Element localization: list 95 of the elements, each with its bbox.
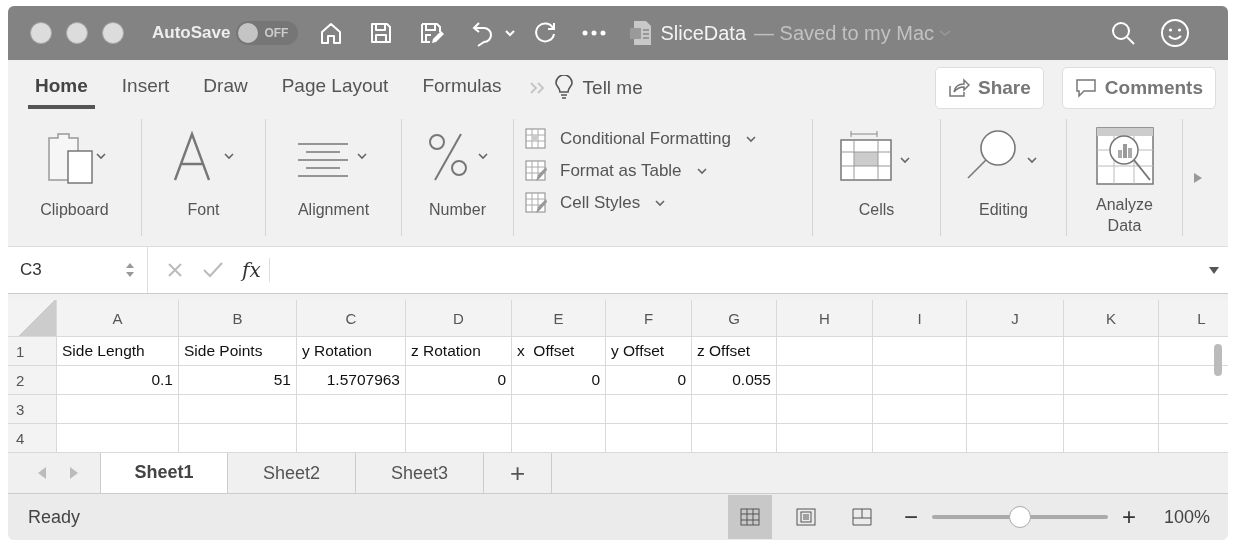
column-header[interactable]: I [873,300,967,336]
scroll-right-icon[interactable] [1193,171,1203,184]
share-button[interactable]: Share [935,66,1044,109]
column-header[interactable]: H [777,300,873,336]
sheet-tab[interactable]: Sheet2 [228,453,356,493]
row-header[interactable]: 2 [8,366,57,394]
alignment-group-button[interactable]: Alignment [266,119,402,236]
close-light-icon[interactable] [30,22,52,44]
save-as-icon[interactable] [418,20,447,46]
number-group-button[interactable]: Number [402,119,514,236]
normal-view-button[interactable] [727,495,772,539]
expand-caret-icon[interactable] [1208,265,1220,275]
smiley-icon[interactable] [1160,18,1190,48]
cell-value: 0.055 [732,371,771,389]
previous-sheet-icon[interactable] [36,466,48,480]
cell-value: x Offset [517,342,575,360]
row-header[interactable]: 3 [8,395,57,423]
row-header[interactable]: 1 [8,337,57,365]
column-header[interactable]: J [967,300,1064,336]
cell-value: y Offset [611,342,665,360]
column-header[interactable]: D [406,300,512,336]
zoom-slider[interactable] [931,506,1108,528]
grid-icon [739,508,760,526]
comments-button[interactable]: Comments [1061,66,1216,109]
caret-icon [745,135,758,143]
grid-brush-icon [524,191,548,215]
status-text: Ready [28,506,81,529]
share-icon [948,77,970,98]
sheet-tab[interactable]: Sheet1 [100,452,228,493]
more-icon[interactable] [582,30,607,36]
vertical-scrollbar-thumb[interactable] [1214,344,1222,376]
column-header[interactable]: C [297,300,406,336]
zoom-out-button[interactable]: − [903,503,918,531]
cell-value: 1.5707963 [326,371,400,389]
ribbon-tab[interactable]: Draw [196,66,255,109]
zoom-in-button[interactable]: + [1121,503,1136,531]
column-header[interactable]: G [692,300,777,336]
styles-menu-button[interactable]: Format as Table [524,157,812,185]
stepper-icon[interactable] [125,261,135,279]
zoom-slider-thumb[interactable] [1008,506,1031,528]
ribbon-tab[interactable]: Page Layout [274,66,396,109]
cancel-icon[interactable] [166,261,184,279]
zoom-percentage: 100% [1163,506,1210,528]
clipboard-group-button[interactable]: Clipboard [8,119,142,236]
name-box[interactable]: C3 [8,247,148,293]
lightbulb-icon [554,74,573,101]
insert-function-button[interactable]: fx [242,258,270,282]
column-header[interactable]: K [1064,300,1159,336]
speech-bubble-icon [1074,77,1097,98]
tell-me-search[interactable]: Tell me [582,76,643,99]
minimize-light-icon[interactable] [66,22,88,44]
search-icon[interactable] [1110,20,1136,46]
cell-value: 51 [273,371,291,389]
document-title: SliceData [660,21,747,45]
add-sheet-button[interactable]: + [484,453,552,493]
overflow-chevron-icon[interactable] [528,80,547,95]
styles-menu-button[interactable]: Conditional Formatting [524,125,812,153]
analyze-icon [1093,125,1156,186]
caret-icon[interactable] [504,29,517,37]
column-header[interactable]: L [1159,300,1228,336]
next-sheet-icon[interactable] [68,466,80,480]
cell-value: z Offset [697,342,751,360]
page-break-icon [851,508,872,526]
cell-value: 0 [591,371,600,389]
checkmark-icon[interactable] [202,261,224,279]
column-header[interactable]: B [179,300,297,336]
editing-group-button[interactable]: Editing [941,119,1067,236]
cell-value: Side Points [184,342,263,360]
grid-icon [524,127,548,151]
analyze-group-button[interactable]: Analyze Data [1067,119,1183,236]
autosave-label: AutoSave [152,23,231,43]
column-header[interactable]: A [57,300,179,336]
save-location: — Saved to my Mac [754,21,935,45]
font-group-button[interactable]: Font [142,119,266,236]
cell-value: y Rotation [302,342,372,360]
ribbon-tab[interactable]: Insert [114,66,177,109]
caret-icon [695,167,708,175]
cell-value: Side Length [62,342,145,360]
cell-value: 0 [677,371,686,389]
row-header[interactable]: 4 [8,424,57,452]
ribbon-tab[interactable]: Home [28,66,95,109]
cells-group-button[interactable]: Cells [813,119,941,236]
caret-icon [654,199,667,207]
cell-value: 0.1 [151,371,173,389]
ribbon-tab[interactable]: Formulas [415,66,509,109]
column-header[interactable]: E [512,300,606,336]
cell-value: 0 [497,371,506,389]
column-header[interactable]: F [606,300,692,336]
styles-menu-button[interactable]: Cell Styles [524,189,812,217]
spreadsheet-file-icon [630,20,653,46]
sheet-tab[interactable]: Sheet3 [356,453,484,493]
page-icon [795,508,816,526]
zoom-light-icon[interactable] [102,22,124,44]
grid-brush-icon [524,159,548,183]
cell-value: z Rotation [411,342,481,360]
